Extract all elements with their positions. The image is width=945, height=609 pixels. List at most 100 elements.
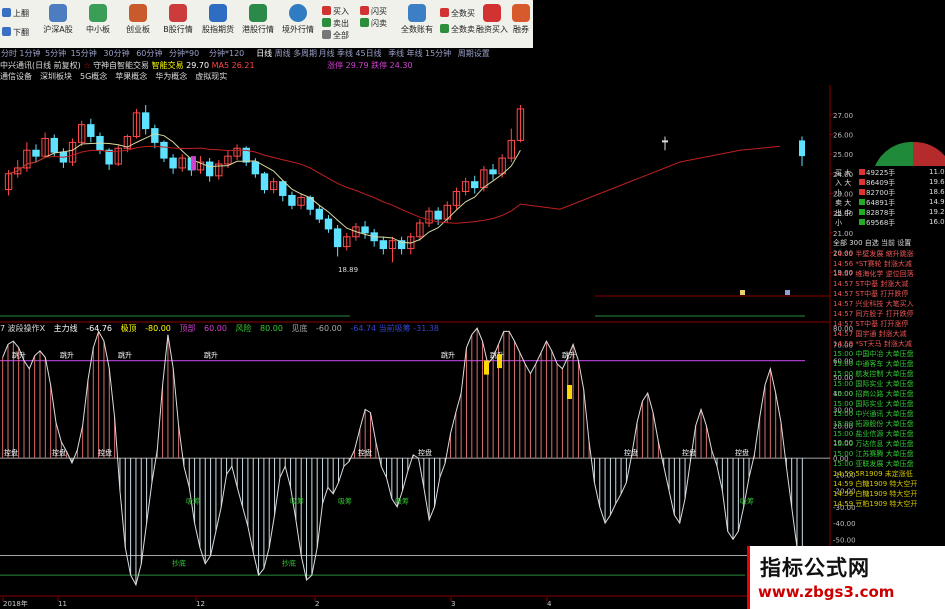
flow-row-swatch (859, 209, 865, 215)
flash-buy-button[interactable]: 闪买 (360, 6, 387, 17)
period-tab[interactable]: 15分钟 (71, 48, 97, 59)
margin-buy-icon (483, 4, 501, 22)
candle-body (343, 236, 351, 248)
sector-tab[interactable]: 5G概念 (80, 72, 107, 81)
page-up-label: 上翻 (13, 9, 29, 18)
b-share-button[interactable]: B股行情 (158, 2, 198, 46)
a-share-button[interactable]: 沪深A股 (38, 2, 78, 46)
sell-button[interactable]: 卖出 (322, 18, 349, 29)
period-tab[interactable]: 分时 (1, 48, 17, 59)
period-tab[interactable]: 分钟*90 (169, 48, 199, 59)
indicator-line (2, 327, 803, 587)
all-label: 全部 (333, 31, 349, 40)
candle-body (23, 149, 31, 169)
b-share-label: B股行情 (163, 25, 193, 34)
period-tab[interactable]: 分钟*120 (209, 48, 244, 59)
period-tab[interactable]: 5分钟 (45, 48, 66, 59)
period-tab[interactable]: 月线 (319, 48, 335, 59)
main-line-value: -64.76 (86, 324, 113, 333)
ticker-row: 15:00 盐业信源 大单压盘 (833, 430, 914, 438)
period-tab[interactable]: 周期设置 (458, 48, 490, 59)
page-down-button[interactable]: 下翻 (2, 27, 29, 38)
signal-label: 吸筹 (338, 497, 352, 506)
ticker-row: 14:57 国宇通 封涨大减 (833, 330, 907, 338)
candle-body (498, 157, 506, 175)
indicator-name[interactable]: 7 波段操作X (0, 324, 45, 333)
signal-marker (484, 360, 489, 375)
candlestick-chart[interactable]: 27.0026.0025.0024.0023.0022.0021.0020.00… (0, 0, 945, 609)
margin-buy-button[interactable]: 融资买入 (474, 2, 510, 46)
period-tab[interactable]: 日线 (256, 48, 272, 59)
flash-sell-button[interactable]: 闪卖 (360, 18, 387, 29)
candle-body (461, 181, 470, 193)
date-axis-label: 12 (196, 600, 205, 608)
hk-stock-button[interactable]: 港股行情 (238, 2, 278, 46)
signal-label: 控盘 (624, 448, 638, 457)
sector-tab[interactable]: 苹果概念 (115, 72, 147, 81)
toolbar: 上翻 下翻 沪深A股 中小板 创业板 B股行情 股指期货 港股行情 境外行情 买… (0, 0, 533, 49)
sme-board-button[interactable]: 中小板 (78, 2, 118, 46)
candle-body (480, 169, 488, 189)
ticker-row: 15:00 国际实业 大单压盘 (833, 380, 914, 388)
signal-marker (497, 354, 502, 369)
period-tab[interactable]: 年线 (407, 48, 423, 59)
full-buy-button[interactable]: 全数买 (440, 8, 475, 19)
ticker-row: 14:57 兴业科技 大笔买入 (833, 300, 914, 308)
candle-body (114, 147, 122, 165)
signal-label: 吸筹 (290, 497, 304, 506)
period-tab[interactable]: 60分钟 (136, 48, 162, 59)
sector-tab[interactable]: 虚拟现实 (195, 72, 227, 81)
full-sell-button[interactable]: 全数卖 (440, 24, 475, 35)
candle-body (352, 226, 360, 238)
sector-tab[interactable]: 通信设备 (0, 72, 32, 81)
sector-tab[interactable]: 深圳板块 (40, 72, 72, 81)
smart-trade-link[interactable]: 智能交易 (152, 61, 184, 70)
ticker-row: 15:00 亚联发展 大单压盘 (833, 460, 914, 468)
signal-label: 跳升 (60, 350, 74, 359)
candle-body (132, 112, 141, 137)
ticker-row: 15:00 招商公路 大单压盘 (833, 390, 914, 398)
candle-body (59, 151, 68, 163)
period-tab[interactable]: 45日线 (355, 48, 381, 59)
sector-tab[interactable]: 华为概念 (155, 72, 187, 81)
candle-body (260, 173, 269, 191)
signal-label: 吸筹 (186, 497, 200, 506)
buy-button[interactable]: 买入 (322, 6, 349, 17)
period-tab[interactable]: 30分钟 (103, 48, 129, 59)
flow-row-volume: 49225手 (866, 169, 896, 177)
ticker-row: 15:00 中通客车 大单压盘 (833, 360, 914, 368)
candle-body (41, 137, 49, 157)
ticker-row: 14:57 ST中基 打开涨停 (833, 320, 909, 328)
page-up-button[interactable]: 上翻 (2, 8, 29, 19)
signal-label: 吸筹 (395, 497, 409, 506)
bottom-label: 见底 (291, 324, 308, 333)
period-tab[interactable]: 周线 (275, 48, 291, 59)
ticker-row: 15:00 拓源股份 大单压盘 (833, 420, 914, 428)
period-tab[interactable]: 季线 (388, 48, 404, 59)
candle-body (68, 141, 77, 163)
margin-sell-button[interactable]: 融券 (508, 2, 534, 46)
all-button[interactable]: 全部 (322, 30, 349, 41)
marker-icon (740, 290, 745, 295)
period-tab[interactable]: 多周期 (293, 48, 317, 59)
signal-label: 控盘 (682, 448, 696, 457)
candle-body (233, 147, 241, 157)
candle-body (379, 240, 388, 250)
period-tab[interactable]: 1分钟 (19, 48, 40, 59)
ticker-row: 15:00 中兴通讯 大单压盘 (833, 410, 914, 418)
global-icon (289, 4, 307, 22)
gem-board-button[interactable]: 创业板 (118, 2, 158, 46)
global-button[interactable]: 境外行情 (278, 2, 318, 46)
flow-row-pct: 19.27 (929, 208, 945, 216)
margin-sell-label: 融券 (513, 25, 529, 34)
period-tab[interactable]: 季线 (337, 48, 353, 59)
futures-icon (209, 4, 227, 22)
candle-body (215, 163, 223, 177)
candle-body (4, 173, 13, 191)
all-account-button[interactable]: 全数账有 (396, 2, 438, 46)
period-tab[interactable]: 15分钟 (425, 48, 451, 59)
candle-body (251, 161, 260, 175)
ticker-row: 14:59 5R1909 未定涨低 (833, 470, 913, 478)
futures-button[interactable]: 股指期货 (198, 2, 238, 46)
flow-row-volume: 82878手 (866, 209, 896, 217)
